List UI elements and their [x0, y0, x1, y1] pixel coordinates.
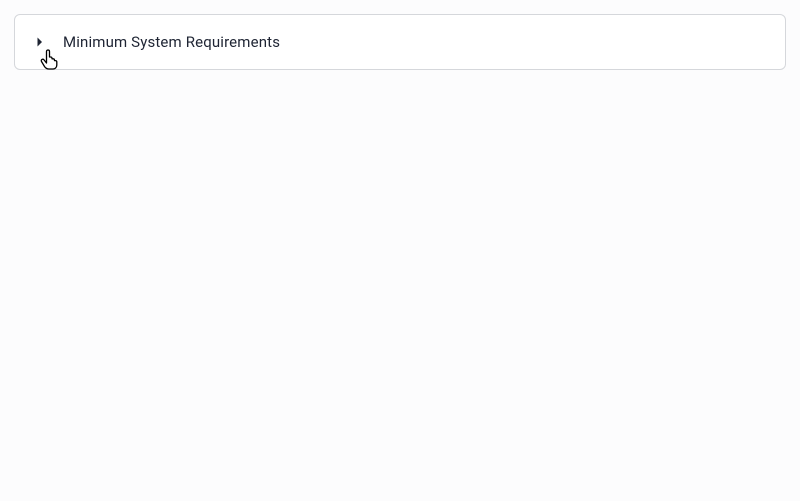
accordion-title: Minimum System Requirements	[63, 33, 280, 51]
accordion-header[interactable]: Minimum System Requirements	[14, 14, 786, 70]
chevron-right-icon	[35, 37, 45, 47]
